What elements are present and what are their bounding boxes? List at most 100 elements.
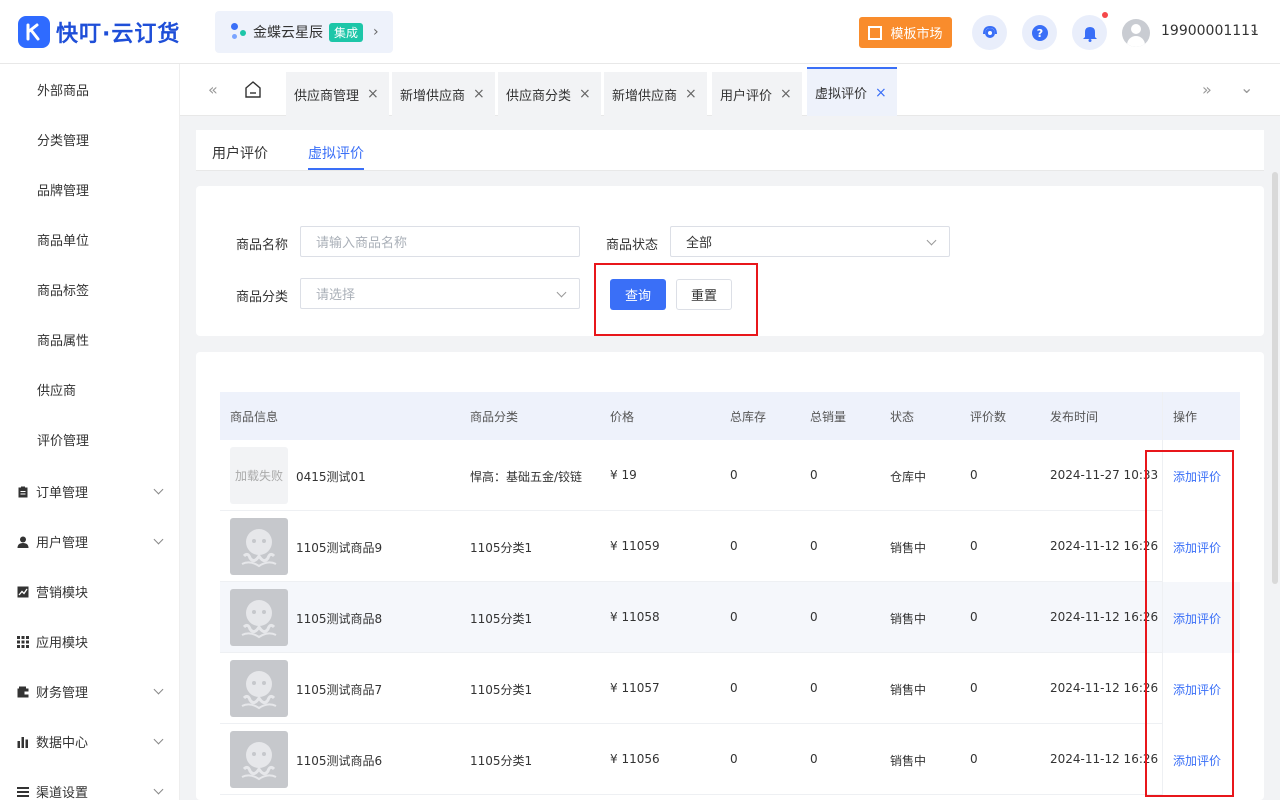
user-icon: [17, 536, 29, 548]
product-price: ¥ 11056: [610, 752, 660, 766]
brand-logo[interactable]: 快叮·云订货: [18, 16, 180, 48]
close-icon[interactable]: ×: [875, 85, 887, 101]
sidebar-item-marketing[interactable]: 营销模块: [17, 582, 162, 601]
product-name: 1105测试商品6: [296, 754, 383, 768]
close-icon[interactable]: ×: [780, 86, 792, 102]
active-tab-indicator: [308, 168, 364, 170]
product-name: 1105测试商品8: [296, 612, 383, 626]
double-chevron-right-icon[interactable]: »: [1202, 80, 1212, 99]
double-chevron-left-icon[interactable]: «: [208, 80, 218, 99]
product-name: 0415测试01: [296, 470, 366, 484]
sidebar-group-label: 数据中心: [36, 736, 89, 751]
notification-dot: [1102, 12, 1108, 18]
sidebar-item-external-products[interactable]: 外部商品: [37, 80, 89, 99]
close-icon[interactable]: ×: [473, 86, 485, 102]
sidebar-item-data-center[interactable]: 数据中心: [17, 732, 164, 751]
sidebar-item-review-management[interactable]: 评价管理: [37, 430, 89, 449]
product-category-select[interactable]: 请选择: [300, 278, 580, 309]
product-stock: 0: [730, 681, 738, 695]
product-category: 1105分类1: [470, 612, 533, 626]
product-status-select[interactable]: 全部: [670, 226, 950, 257]
tab-user-reviews[interactable]: 用户评价 ×: [712, 72, 802, 116]
column-header: 总销量: [810, 410, 847, 424]
tab-supplier-category[interactable]: 供应商分类 ×: [498, 72, 601, 116]
table-header: 商品信息 商品分类 价格 总库存 总销量 状态 评价数 发布时间 操作: [220, 392, 1240, 440]
chevron-down-icon: [153, 784, 164, 795]
integration-badge: 集成: [329, 22, 364, 42]
chevron-down-icon: [153, 734, 164, 745]
review-count: 0: [970, 468, 978, 482]
tab-virtual-reviews-content[interactable]: 虚拟评价: [308, 143, 364, 163]
tab-add-supplier-2[interactable]: 新增供应商 ×: [604, 72, 707, 116]
publish-time: 2024-11-12 16:26: [1050, 539, 1159, 553]
highlight-box-buttons: [594, 263, 758, 336]
sidebar-item-product-attributes[interactable]: 商品属性: [37, 330, 89, 349]
table-row: 1105测试商品6 1105分类1 ¥ 11056 0 0 销售中 0 2024…: [220, 724, 1240, 795]
sidebar-group-label: 渠道设置: [36, 786, 89, 800]
help-button[interactable]: ?: [1022, 15, 1057, 50]
product-status-label: 商品状态: [606, 238, 659, 253]
table-row: 加载失败 0415测试01 悍高：基础五金/铰链 ¥ 19 0 0 仓库中 0 …: [220, 440, 1240, 511]
user-account[interactable]: 19900001111: [1161, 23, 1259, 39]
tab-label: 供应商管理: [294, 88, 360, 104]
column-header: 商品信息: [230, 410, 279, 424]
page-scrollbar[interactable]: [1272, 172, 1278, 584]
template-market-button[interactable]: 模板市场: [859, 17, 952, 48]
close-icon[interactable]: ×: [579, 86, 591, 102]
close-icon[interactable]: ×: [367, 86, 379, 102]
chevron-down-icon[interactable]: ⌄: [1240, 78, 1253, 97]
product-stock: 0: [730, 752, 738, 766]
tab-supplier-management[interactable]: 供应商管理 ×: [286, 72, 389, 116]
sidebar-item-users[interactable]: 用户管理: [17, 532, 164, 551]
review-count: 0: [970, 610, 978, 624]
chevron-down-icon[interactable]: ⌄: [1249, 22, 1259, 36]
sidebar-item-orders[interactable]: 订单管理: [17, 482, 164, 501]
product-placeholder-image: [230, 589, 288, 646]
tab-label: 用户评价: [720, 88, 773, 104]
tab-user-reviews-content[interactable]: 用户评价: [212, 143, 268, 163]
home-icon[interactable]: [244, 80, 262, 99]
chevron-down-icon: [153, 684, 164, 695]
sidebar-item-brand-management[interactable]: 品牌管理: [37, 180, 89, 199]
sidebar-item-apps[interactable]: 应用模块: [17, 632, 162, 651]
column-header: 发布时间: [1050, 410, 1099, 424]
product-category: 悍高：基础五金/铰链: [470, 470, 583, 484]
sidebar-item-finance[interactable]: 财务管理: [17, 682, 164, 701]
template-icon: [868, 25, 883, 40]
customer-service-button[interactable]: [972, 15, 1007, 50]
product-sales: 0: [810, 681, 818, 695]
publish-time: 2024-11-12 16:26: [1050, 752, 1159, 766]
product-stock: 0: [730, 610, 738, 624]
avatar[interactable]: [1122, 19, 1150, 47]
kingdee-logo-icon: [229, 21, 249, 43]
column-header: 操作: [1173, 410, 1198, 424]
clipboard-icon: [17, 486, 29, 498]
sidebar-item-category-management[interactable]: 分类管理: [37, 130, 89, 149]
kingdee-integration-button[interactable]: 金蝶云星辰 集成 ›: [215, 11, 393, 53]
sidebar-item-suppliers[interactable]: 供应商: [37, 380, 76, 399]
review-count: 0: [970, 681, 978, 695]
sidebar-item-product-tags[interactable]: 商品标签: [37, 280, 89, 299]
headset-icon: [982, 25, 997, 38]
tab-add-supplier[interactable]: 新增供应商 ×: [392, 72, 495, 116]
product-price: ¥ 11058: [610, 610, 660, 624]
help-icon: ?: [1031, 24, 1048, 41]
sidebar-group-label: 应用模块: [36, 636, 89, 651]
chevron-right-icon: ›: [373, 24, 379, 40]
chevron-down-icon: [153, 484, 164, 495]
list-icon: [17, 786, 29, 798]
publish-time: 2024-11-12 16:26: [1050, 681, 1159, 695]
notification-button[interactable]: [1072, 15, 1107, 50]
product-table: 商品信息 商品分类 价格 总库存 总销量 状态 评价数 发布时间 操作 加载失败…: [196, 352, 1264, 800]
chart-line-icon: [17, 586, 29, 598]
product-price: ¥ 11057: [610, 681, 660, 695]
tab-label: 虚拟评价: [815, 87, 868, 102]
sidebar-item-product-units[interactable]: 商品单位: [37, 230, 89, 249]
review-count: 0: [970, 539, 978, 553]
product-name-input[interactable]: 请输入商品名称: [300, 226, 580, 257]
close-icon[interactable]: ×: [685, 86, 697, 102]
tab-virtual-reviews[interactable]: 虚拟评价 ×: [807, 67, 897, 116]
brand-name: 快叮·云订货: [56, 22, 181, 47]
sidebar-item-channel-settings[interactable]: 渠道设置: [17, 782, 164, 800]
highlight-box-actions: [1145, 450, 1234, 797]
